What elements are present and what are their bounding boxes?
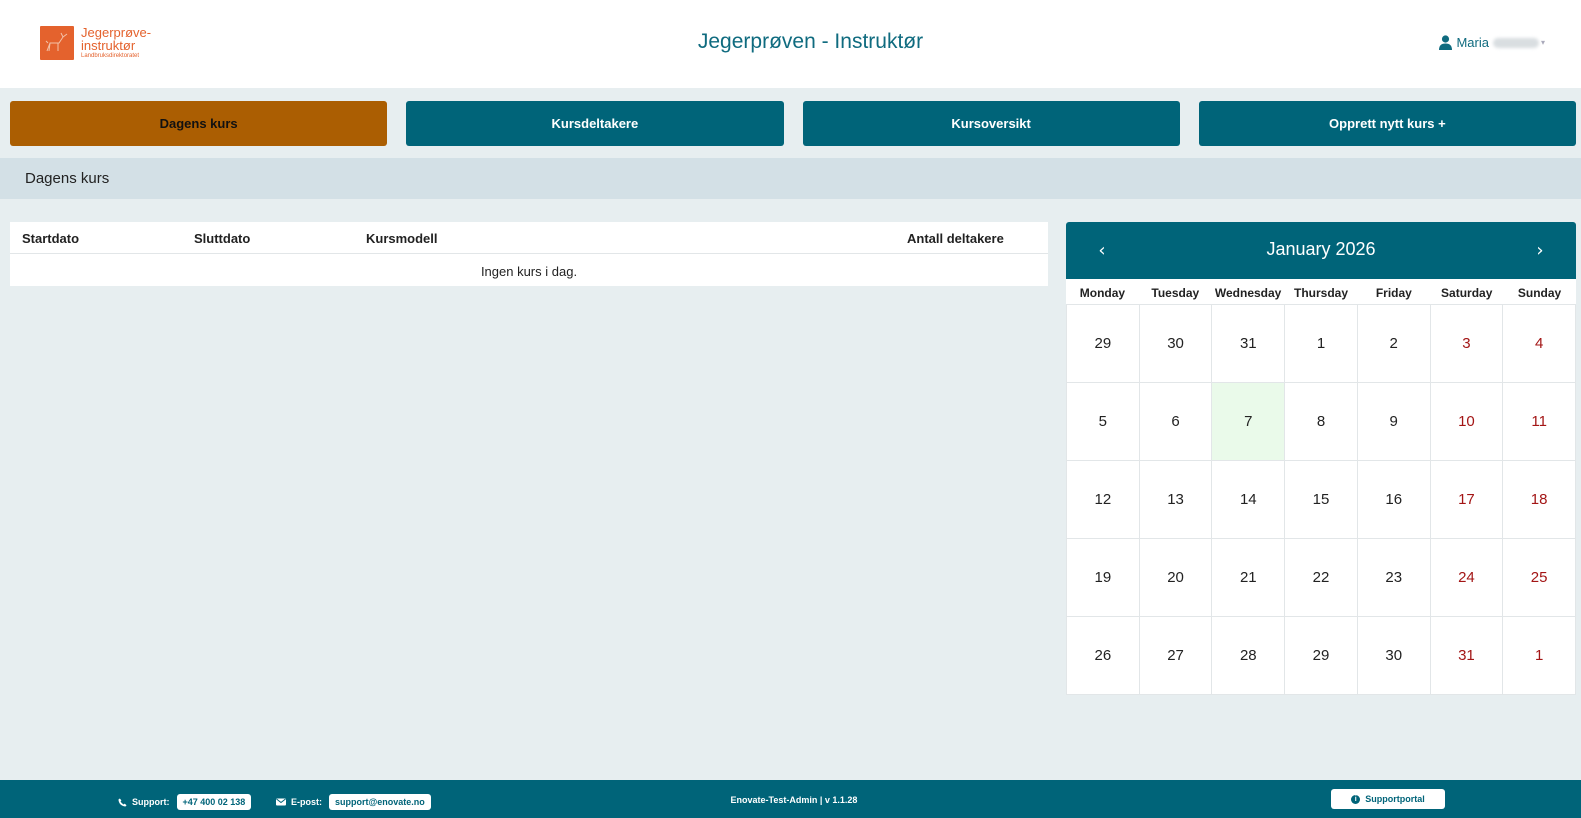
page-title: Jegerprøven - Instruktør [697, 30, 924, 53]
footer: Support: +47 400 02 138 E-post: support@… [0, 780, 1581, 818]
calendar-day[interactable]: 31 [1212, 305, 1286, 383]
calendar-day[interactable]: 6 [1139, 383, 1213, 461]
calendar: ‹ January 2026 › Monday Tuesday Wednesda… [1066, 222, 1576, 695]
caret-down-icon: ▾ [1540, 38, 1545, 47]
calendar-day[interactable]: 4 [1503, 305, 1576, 383]
weekday-friday: Friday [1375, 286, 1412, 300]
column-antall-deltakere[interactable]: Antall deltakere [907, 231, 1004, 246]
header: Jegerprøve- instruktør Landbruksdirektor… [0, 0, 1581, 88]
calendar-grid: 29 30 31 1 2 3 4 5 6 7 8 9 10 11 12 13 14 15 16 17 18 19 20 21 2… [1066, 305, 1576, 695]
weekday-sunday: Sunday [1517, 286, 1562, 300]
calendar-day[interactable]: 31 [1430, 617, 1504, 695]
weekday-tuesday: Tuesday [1151, 286, 1200, 300]
calendar-day[interactable]: 5 [1067, 383, 1140, 461]
nav-kursdeltakere[interactable]: Kursdeltakere [406, 101, 784, 146]
calendar-day[interactable]: 20 [1139, 539, 1213, 617]
calendar-weekdays: Monday Tuesday Wednesday Thursday Friday… [1066, 279, 1576, 305]
calendar-day[interactable]: 28 [1212, 617, 1286, 695]
calendar-day[interactable]: 8 [1285, 383, 1358, 461]
weekday-monday: Monday [1079, 286, 1126, 300]
calendar-day[interactable]: 30 [1139, 305, 1213, 383]
section-title: Dagens kurs [25, 170, 110, 187]
calendar-day[interactable]: 17 [1430, 461, 1504, 539]
section-header: Dagens kurs [0, 158, 1581, 199]
calendar-day[interactable]: 11 [1503, 383, 1576, 461]
calendar-day[interactable]: 14 [1212, 461, 1286, 539]
main-nav: Dagens kurs Kursdeltakere Kursoversikt O… [10, 101, 1576, 146]
calendar-day[interactable]: 18 [1503, 461, 1576, 539]
user-name-redacted [1492, 37, 1539, 48]
course-table: Startdato Sluttdato Kursmodell Antall de… [10, 222, 1048, 286]
calendar-day[interactable]: 21 [1212, 539, 1286, 617]
calendar-day[interactable]: 29 [1067, 305, 1140, 383]
calendar-day[interactable]: 9 [1357, 383, 1431, 461]
calendar-day[interactable]: 7 [1212, 383, 1286, 461]
calendar-day[interactable]: 3 [1430, 305, 1504, 383]
calendar-day[interactable]: 29 [1285, 617, 1358, 695]
calendar-day[interactable]: 26 [1067, 617, 1140, 695]
calendar-day[interactable]: 1 [1503, 617, 1576, 695]
calendar-day[interactable]: 19 [1067, 539, 1140, 617]
calendar-day[interactable]: 10 [1430, 383, 1504, 461]
calendar-day[interactable]: 1 [1285, 305, 1358, 383]
calendar-day[interactable]: 25 [1503, 539, 1576, 617]
calendar-month-label: January 2026 [1266, 239, 1376, 259]
calendar-day[interactable]: 16 [1357, 461, 1431, 539]
column-kursmodell[interactable]: Kursmodell [366, 231, 438, 246]
weekday-wednesday: Wednesday [1214, 286, 1282, 300]
chevron-right-icon[interactable]: › [1528, 238, 1552, 262]
calendar-day[interactable]: 15 [1285, 461, 1358, 539]
weekday-thursday: Thursday [1293, 286, 1348, 300]
nav-dagens-kurs[interactable]: Dagens kurs [10, 101, 388, 146]
nav-opprett-nytt-kurs[interactable]: Opprett nytt kurs + [1198, 101, 1576, 146]
table-header: Startdato Sluttdato Kursmodell Antall de… [10, 222, 1048, 254]
calendar-day[interactable]: 27 [1139, 617, 1213, 695]
column-startdato[interactable]: Startdato [22, 231, 79, 246]
calendar-day[interactable]: 12 [1067, 461, 1140, 539]
calendar-day[interactable]: 2 [1357, 305, 1431, 383]
user-menu[interactable]: Maria ▾ [1439, 35, 1545, 50]
nav-kursoversikt[interactable]: Kursoversikt [802, 101, 1180, 146]
calendar-day[interactable]: 23 [1357, 539, 1431, 617]
calendar-day[interactable]: 30 [1357, 617, 1431, 695]
user-icon [1439, 35, 1453, 50]
supportportal-label: Supportportal [1365, 794, 1425, 804]
supportportal-button[interactable]: i Supportportal [1331, 789, 1445, 809]
calendar-day[interactable]: 24 [1430, 539, 1504, 617]
calendar-day[interactable]: 22 [1285, 539, 1358, 617]
user-name: Maria [1456, 35, 1489, 50]
calendar-header: ‹ January 2026 › [1066, 222, 1576, 279]
table-empty-message: Ingen kurs i dag. [480, 264, 578, 279]
weekday-saturday: Saturday [1441, 286, 1493, 300]
info-icon: i [1351, 794, 1361, 804]
calendar-day[interactable]: 13 [1139, 461, 1213, 539]
column-sluttdato[interactable]: Sluttdato [194, 231, 250, 246]
